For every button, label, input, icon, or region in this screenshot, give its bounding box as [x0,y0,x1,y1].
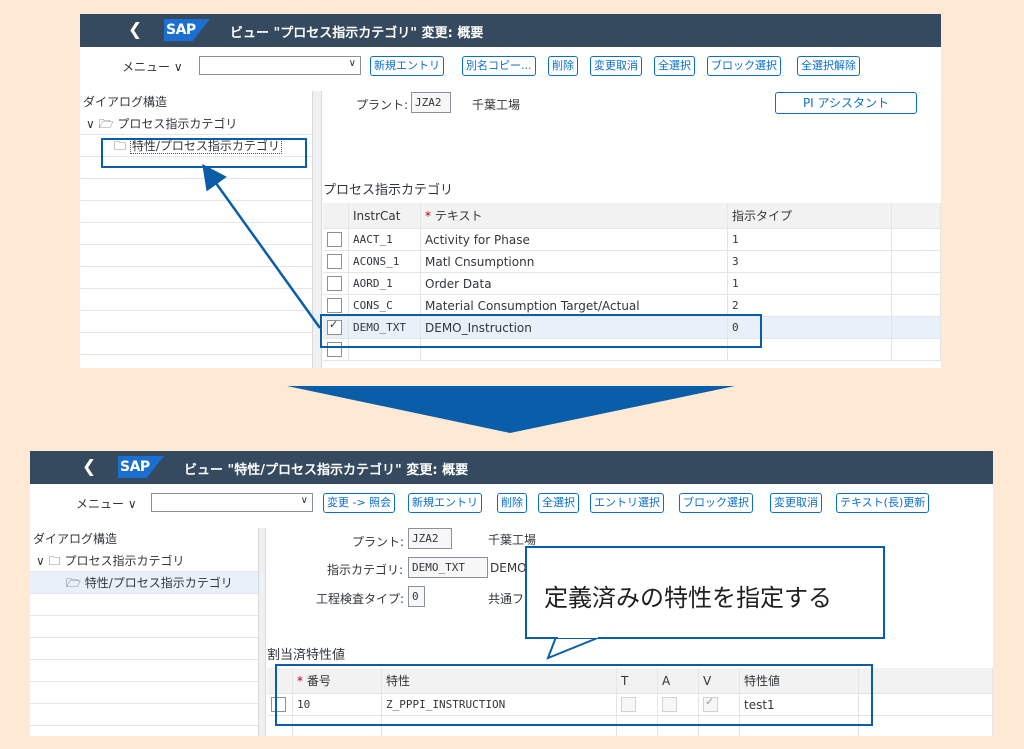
chevron-down-icon: ∨ [300,495,308,506]
chevron-down-icon: ∨ [86,117,95,131]
pi-assistant-button[interactable]: PI アシスタント [775,92,917,114]
shell-bar: ❮ SAP ビュー "特性/プロセス指示カテゴリ" 変更: 概要 [30,451,993,484]
deselect-all-button[interactable]: 全選択解除 [797,56,860,76]
display-change-button[interactable]: 変更 -> 照会 [323,493,396,513]
select-block-button[interactable]: ブロック選択 [707,56,781,76]
window-title: ビュー "プロセス指示カテゴリ" 変更: 概要 [230,26,484,41]
select-entry-button[interactable]: エントリ選択 [590,493,664,513]
back-button[interactable]: ❮ [82,457,96,477]
folder-icon: 🗀 [48,554,61,568]
tree-empty-row [30,660,258,682]
row-checkbox[interactable] [327,298,342,313]
shell-bar: ❮ SAP ビュー "プロセス指示カテゴリ" 変更: 概要 [80,14,941,47]
tree-empty-row [80,355,312,368]
chevron-down-icon: ∨ [127,497,137,511]
select-all-button[interactable]: 全選択 [654,56,695,76]
new-entries-button[interactable]: 新規エントリ [408,493,482,513]
toolbar: メニュー ∨ ∨ 新規エントリ 別名コピー... 削除 変更取消 全選択 ブロッ… [80,47,941,81]
col-header-text: * テキスト [420,203,728,229]
tree-item-process-instr-category[interactable]: ∨ 🗁 プロセス指示カテゴリ [80,113,312,135]
row-checkbox[interactable] [327,276,342,291]
back-button[interactable]: ❮ [128,20,142,40]
toolbar: メニュー ∨ ∨ 変更 -> 照会 新規エントリ 削除 全選択 エントリ選択 ブ… [30,484,993,518]
tree-title: ダイアログ構造 [83,95,168,109]
tree-empty-row [80,179,312,201]
select-all-button[interactable]: 全選択 [538,493,579,513]
inspection-type-label: 工程検査タイプ: [316,592,405,606]
table-header: InstrCat * テキスト 指示タイプ [323,203,941,229]
inspection-type-field: 0 [408,586,425,607]
highlight-box-selected-row [320,314,762,348]
long-text-update-button[interactable]: テキスト(長)更新 [836,493,930,513]
plant-field: JZA2 [408,528,452,549]
tree-title: ダイアログ構造 [33,532,118,546]
plant-label: プラント: [356,98,409,112]
tree-empty-row [80,289,312,311]
tree-empty-row [80,201,312,223]
tree-empty-row [80,245,312,267]
tree-item-process-instr-category[interactable]: ∨ 🗀 プロセス指示カテゴリ [30,550,258,572]
splitter[interactable] [258,528,266,736]
category-label: 指示カテゴリ: [327,563,404,577]
tree-empty-row [80,223,312,245]
table-row[interactable]: ACONS_1 Matl Cnsumptionn 3 [323,250,941,273]
row-checkbox[interactable] [327,254,342,269]
menu-button[interactable]: メニュー ∨ [76,495,137,512]
tree-empty-row [30,638,258,660]
section-title: 割当済特性値 [267,648,346,663]
tree-empty-row [30,704,258,726]
table-row[interactable]: AACT_1 Activity for Phase 1 [323,228,941,251]
chevron-down-icon: ∨ [348,58,356,69]
col-header-instrcat: InstrCat [348,203,421,229]
menu-button[interactable]: メニュー ∨ [122,58,183,75]
chevron-down-icon: ∨ [173,60,183,74]
tree-empty-row [30,682,258,704]
tree-empty-row [30,594,258,616]
callout-text: 定義済みの特性を指定する [544,584,832,612]
plant-field: JZA2 [411,92,451,113]
row-checkbox[interactable] [327,232,342,247]
chevron-down-icon: ∨ [36,554,45,568]
sap-logo: SAP [164,19,210,41]
highlight-box-assigned-row [275,664,873,726]
command-field[interactable]: ∨ [151,493,313,512]
down-arrow [287,386,735,433]
highlight-box-tree-item [101,138,307,168]
table-row[interactable]: AORD_1 Order Data 1 [323,272,941,295]
new-entries-button[interactable]: 新規エントリ [370,56,444,76]
select-block-button[interactable]: ブロック選択 [679,493,753,513]
tree-item-characteristics-selected[interactable]: 🗁 特性/プロセス指示カテゴリ [30,572,258,594]
sap-logo: SAP [118,456,164,478]
dialog-structure-tree: ダイアログ構造 ∨ 🗁 プロセス指示カテゴリ 🗀 特性/プロセス指示カテゴリ [80,91,312,368]
undo-change-button[interactable]: 変更取消 [770,493,822,513]
command-field[interactable]: ∨ [199,56,361,75]
folder-open-icon: 🗁 [98,117,114,131]
copy-as-button[interactable]: 別名コピー... [462,56,536,76]
undo-change-button[interactable]: 変更取消 [590,56,642,76]
tree-empty-row [30,616,258,638]
tree-empty-row [80,267,312,289]
plant-name: 千葉工場 [472,98,521,112]
section-title: プロセス指示カテゴリ [323,183,454,198]
common-label: 共通フ [488,592,525,606]
category-description: DEMO [490,561,527,575]
tree-empty-row [80,311,312,333]
tree-empty-row [80,333,312,355]
plant-label: プラント: [352,535,405,549]
category-field: DEMO_TXT [408,557,488,578]
col-header-type: 指示タイプ [727,203,892,229]
delete-button[interactable]: 削除 [548,56,578,76]
folder-open-icon: 🗁 [66,576,81,590]
delete-button[interactable]: 削除 [497,493,527,513]
window-title: ビュー "特性/プロセス指示カテゴリ" 変更: 概要 [184,463,469,478]
dialog-structure-tree: ダイアログ構造 ∨ 🗀 プロセス指示カテゴリ 🗁 特性/プロセス指示カテゴリ [30,528,258,726]
